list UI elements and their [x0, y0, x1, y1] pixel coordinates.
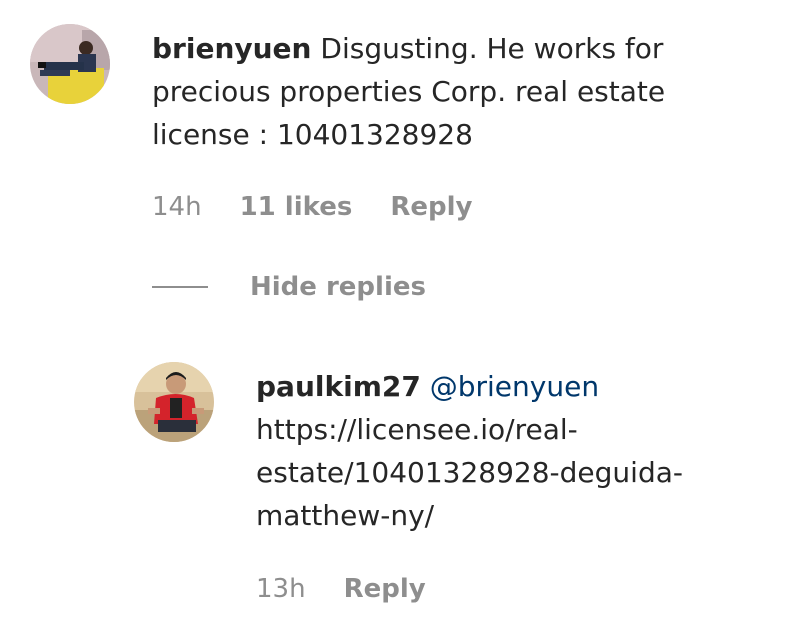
comment-likes-count[interactable]: 11 likes: [240, 192, 353, 222]
hide-replies-label: Hide replies: [250, 272, 426, 302]
user-avatar-photo-icon: [134, 362, 214, 442]
reply-meta: 13h Reply: [256, 574, 426, 604]
avatar-brienyuen[interactable]: [30, 24, 110, 104]
comment-text: brienyuen Disgusting. He works for preci…: [152, 27, 752, 156]
hide-replies-button[interactable]: Hide replies: [152, 272, 426, 302]
reply-timestamp[interactable]: 13h: [256, 574, 306, 604]
reply-link-line-1[interactable]: https://licensee.io/real-: [256, 408, 756, 451]
comment-username[interactable]: brienyuen: [152, 32, 311, 65]
avatar-paulkim27[interactable]: [134, 362, 214, 442]
hide-replies-divider: [152, 286, 208, 288]
reply-button[interactable]: Reply: [390, 192, 472, 222]
reply-username[interactable]: paulkim27: [256, 370, 421, 403]
reply-link-line-2[interactable]: estate/10401328928-deguida-: [256, 451, 756, 494]
user-avatar-photo-icon: [30, 24, 110, 104]
reply-text: paulkim27 @brienyuen https://licensee.io…: [256, 365, 756, 537]
reply-mention[interactable]: @brienyuen: [430, 370, 599, 403]
reply-link-line-3[interactable]: matthew-ny/: [256, 494, 756, 537]
reply-reply-button[interactable]: Reply: [344, 574, 426, 604]
comment-timestamp[interactable]: 14h: [152, 192, 202, 222]
comment-meta: 14h 11 likes Reply: [152, 192, 472, 222]
